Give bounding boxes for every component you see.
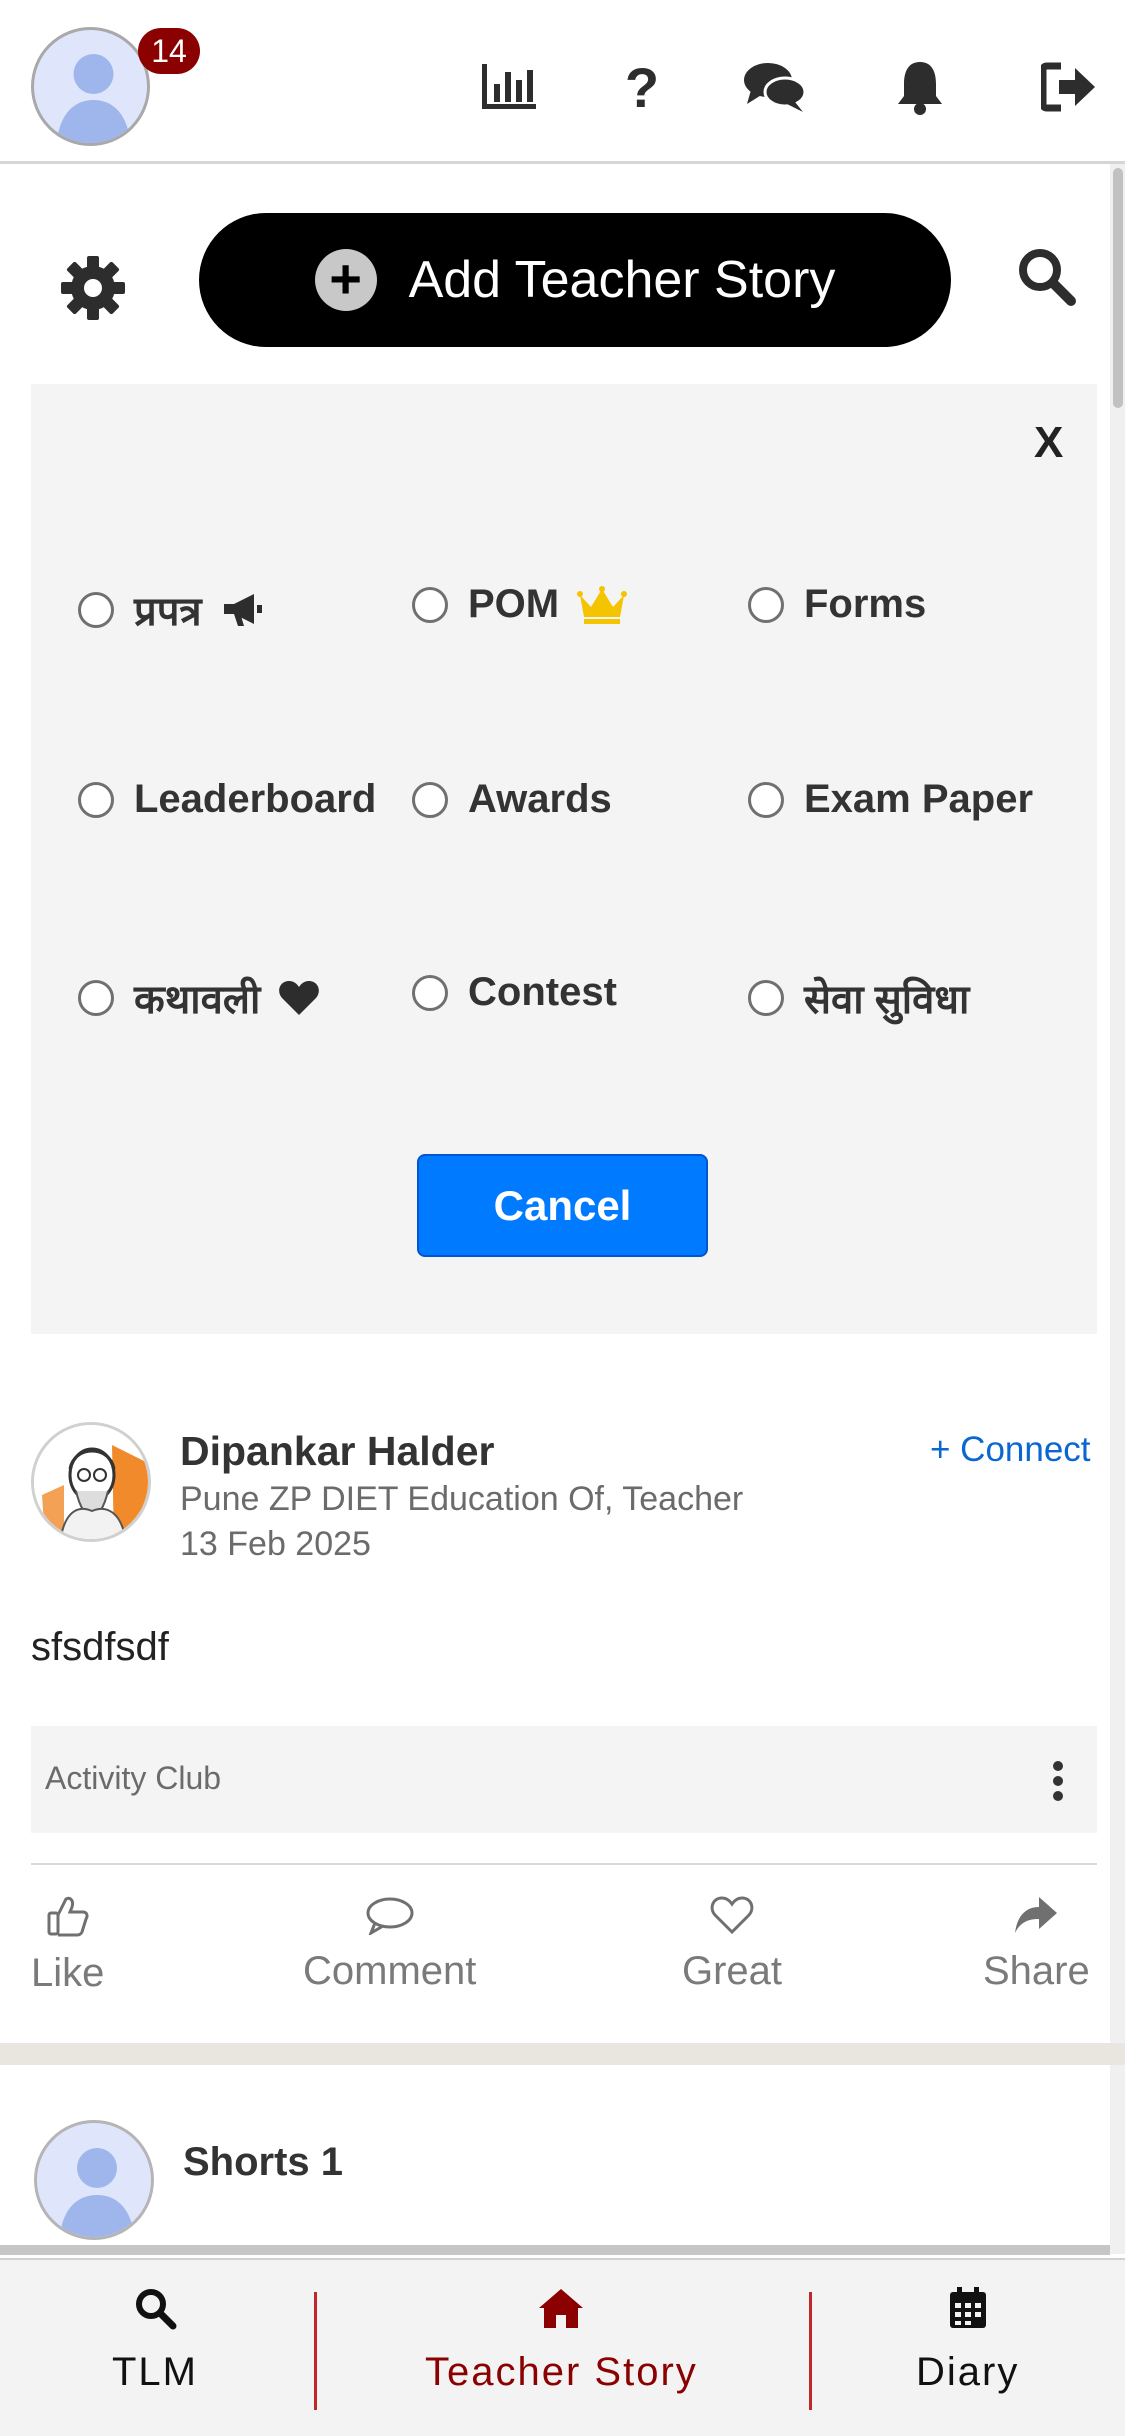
notification-badge: 14 [138, 28, 200, 74]
option-pom[interactable]: POM [412, 582, 628, 627]
option-label: Contest [468, 970, 617, 1014]
more-options-icon[interactable] [1048, 1760, 1068, 1802]
heart-icon [278, 979, 320, 1017]
stats-icon[interactable] [474, 52, 544, 122]
option-label: कथावली [134, 978, 261, 1022]
radio-button[interactable] [748, 586, 784, 623]
add-teacher-story-label: Add Teacher Story [408, 251, 836, 309]
post-body: sfsdfsdf [31, 1625, 169, 1669]
option-label: Forms [804, 582, 927, 626]
calendar-icon [949, 2287, 986, 2328]
nav-diary[interactable]: Diary [916, 2286, 1019, 2395]
like-label: Like [31, 1951, 105, 1995]
close-panel-button[interactable]: X [1034, 418, 1063, 468]
option-label: Leaderboard [134, 777, 377, 821]
search-icon [136, 2289, 177, 2330]
gear-icon[interactable] [58, 253, 128, 323]
option-contest[interactable]: Contest [412, 970, 617, 1015]
author-name[interactable]: Dipankar Halder [180, 1428, 494, 1475]
great-button[interactable]: Great [682, 1895, 782, 1994]
top-bar [0, 0, 1125, 164]
radio-button[interactable] [78, 781, 114, 818]
option-prapatra[interactable]: प्रपत्र [78, 582, 264, 637]
thumbs-up-icon [47, 1896, 89, 1937]
radio-button[interactable] [748, 979, 784, 1016]
nav-label: Teacher Story [425, 2350, 698, 2394]
post-separator [0, 2043, 1125, 2065]
post-date: 13 Feb 2025 [180, 1525, 371, 1563]
option-label: POM [468, 582, 560, 626]
avatar[interactable] [34, 2120, 154, 2240]
cancel-button[interactable]: Cancel [417, 1154, 708, 1257]
nav-teacher-story[interactable]: Teacher Story [425, 2286, 698, 2395]
profile-avatar[interactable] [31, 27, 150, 146]
connect-button[interactable]: + Connect [930, 1430, 1091, 1470]
option-awards[interactable]: Awards [412, 777, 612, 822]
chat-icon[interactable] [740, 52, 810, 122]
radio-button[interactable] [412, 586, 448, 623]
user-silhouette-icon [56, 54, 131, 143]
option-seva-suvidha[interactable]: सेवा सुविधा [748, 970, 969, 1025]
author-role: Pune ZP DIET Education Of, Teacher [180, 1480, 744, 1518]
bell-icon[interactable] [885, 52, 955, 122]
logout-icon[interactable] [1034, 52, 1104, 122]
option-label: Exam Paper [804, 777, 1034, 821]
radio-button[interactable] [78, 979, 114, 1016]
club-label: Activity Club [45, 1760, 222, 1796]
author-avatar[interactable] [31, 1422, 151, 1542]
option-kathavali[interactable]: कथावली [78, 970, 320, 1025]
user-silhouette-icon [59, 2148, 135, 2237]
comment-button[interactable]: Comment [303, 1895, 476, 1994]
help-icon[interactable]: ? [607, 52, 677, 122]
option-exam-paper[interactable]: Exam Paper [748, 777, 1033, 822]
option-label: प्रपत्र [134, 590, 202, 634]
divider [31, 1863, 1097, 1865]
option-label: सेवा सुविधा [804, 978, 970, 1022]
nav-tlm[interactable]: TLM [112, 2286, 198, 2395]
add-teacher-story-button[interactable]: + Add Teacher Story [199, 213, 951, 347]
comment-label: Comment [303, 1949, 477, 1993]
option-forms[interactable]: Forms [748, 582, 926, 627]
nav-label: Diary [916, 2350, 1020, 2394]
nav-separator [809, 2292, 812, 2410]
nav-label: TLM [112, 2350, 198, 2394]
radio-button[interactable] [748, 781, 784, 818]
scrollbar-track[interactable] [1110, 164, 1125, 2254]
shorts-progress-line [0, 2245, 1110, 2255]
like-button[interactable]: Like [31, 1895, 104, 1996]
plus-icon: + [314, 249, 377, 311]
share-icon [1015, 1897, 1058, 1933]
radio-button[interactable] [412, 781, 448, 818]
scrollbar-thumb[interactable] [1113, 168, 1123, 408]
nav-separator [314, 2292, 317, 2410]
comment-icon [366, 1897, 414, 1935]
radio-button[interactable] [412, 974, 448, 1011]
sketch-portrait-icon [34, 1425, 148, 1539]
home-icon [539, 2289, 584, 2328]
search-icon[interactable] [1015, 245, 1085, 315]
great-label: Great [682, 1949, 783, 1993]
share-button[interactable]: Share [983, 1895, 1090, 1994]
heart-outline-icon [710, 1896, 754, 1935]
megaphone-icon [220, 592, 264, 628]
avatar [31, 27, 150, 146]
crown-icon [577, 585, 628, 625]
option-leaderboard[interactable]: Leaderboard [78, 777, 376, 822]
shorts-title[interactable]: Shorts 1 [183, 2140, 343, 2185]
option-label: Awards [468, 777, 612, 821]
radio-button[interactable] [78, 591, 114, 628]
share-label: Share [983, 1949, 1090, 1993]
